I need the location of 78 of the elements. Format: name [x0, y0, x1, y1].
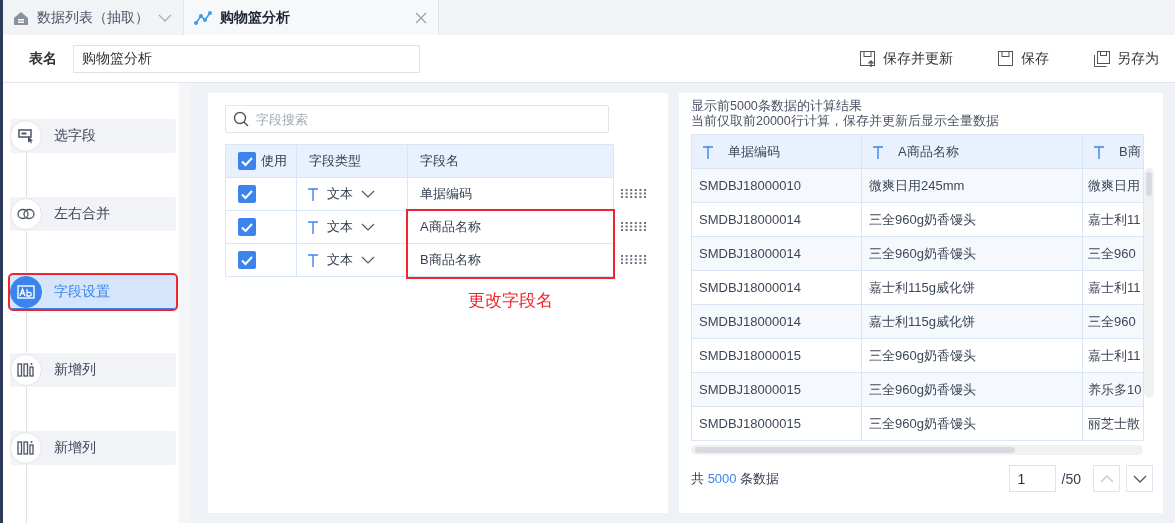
- table-name-label: 表名: [29, 49, 57, 68]
- toolbar-button[interactable]: 保存并更新: [859, 49, 953, 68]
- next-page-button[interactable]: [1126, 465, 1153, 492]
- record-count-text: 共 5000 条数据: [691, 469, 780, 488]
- table-cell: 三全960: [1082, 304, 1144, 339]
- table-cell: 三全960: [1082, 236, 1144, 271]
- home-icon: [13, 9, 29, 26]
- drag-handle-icon[interactable]: [621, 189, 647, 198]
- table-cell: 三全960g奶香馒头: [861, 202, 1083, 237]
- table-cell: 嘉士利115g威化饼: [861, 304, 1083, 339]
- toolbar-button[interactable]: 保存: [997, 49, 1049, 68]
- page-total: /50: [1061, 470, 1081, 487]
- column-header: 使用: [261, 152, 287, 170]
- table-cell: 微爽日用: [1082, 168, 1144, 203]
- cursor-icon: [18, 128, 34, 144]
- checkbox[interactable]: [238, 218, 256, 236]
- table-cell: 三全960g奶香馒头: [861, 372, 1083, 407]
- column-header: 字段类型: [296, 144, 408, 178]
- table-cell: SMDBJ18000014: [691, 304, 862, 339]
- columns-icon: [17, 440, 35, 456]
- table-cell: 养乐多10: [1082, 372, 1144, 407]
- table-cell: SMDBJ18000014: [691, 236, 862, 271]
- annotation-text: 更改字段名: [468, 289, 553, 312]
- column-header: 字段名: [407, 144, 614, 178]
- column-header: A商品名称: [898, 142, 959, 161]
- text-type-icon: [307, 187, 319, 201]
- line-chart-icon: [194, 8, 212, 27]
- table-cell: SMDBJ18000014: [691, 270, 862, 305]
- table-cell: 三全960g奶香馒头: [861, 406, 1083, 441]
- chevron-down-icon: [361, 223, 375, 231]
- table-cell: 嘉士利115g威化饼: [861, 270, 1083, 305]
- text-type-icon: [307, 253, 319, 267]
- page-field[interactable]: 1: [1008, 465, 1056, 492]
- scrollbar[interactable]: [179, 83, 191, 523]
- table-cell: SMDBJ18000015: [691, 372, 862, 407]
- text-type-icon: [307, 220, 319, 234]
- chevron-down-icon: [1132, 473, 1147, 484]
- chevron-down-icon: [361, 256, 375, 264]
- merge-icon: [17, 208, 35, 220]
- chevron-up-icon: [1099, 473, 1114, 484]
- table-cell: 嘉士利11: [1082, 202, 1144, 237]
- columns-icon: [17, 362, 35, 378]
- table-cell: 微爽日用245mm: [861, 168, 1083, 203]
- checkbox[interactable]: [238, 152, 256, 170]
- table-name-field[interactable]: 购物篮分析: [73, 44, 420, 73]
- toolbar-button[interactable]: 另存为: [1093, 49, 1159, 68]
- scrollbar[interactable]: [691, 445, 1143, 455]
- search-field[interactable]: 字段搜索: [225, 105, 609, 133]
- table-cell: SMDBJ18000015: [691, 338, 862, 373]
- table-cell: 三全960g奶香馒头: [861, 236, 1083, 271]
- step-item[interactable]: 左右合并: [10, 197, 176, 231]
- table-cell: SMDBJ18000015: [691, 406, 862, 441]
- tab[interactable]: 购物篮分析: [184, 0, 439, 35]
- notice-text: 显示前5000条数据的计算结果: [691, 99, 863, 114]
- table-cell: 嘉士利11: [1082, 270, 1144, 305]
- drag-handle-icon[interactable]: [621, 222, 647, 231]
- text-type-icon: [1093, 144, 1105, 159]
- scrollbar[interactable]: [1144, 168, 1154, 398]
- table-cell: 丽芝士散: [1082, 406, 1144, 441]
- column-header: B商: [1119, 142, 1141, 161]
- search-icon: [233, 111, 249, 127]
- column-header: 单据编码: [728, 142, 780, 161]
- step-item[interactable]: 新增列: [10, 431, 176, 465]
- text-format-icon: [17, 284, 35, 299]
- text-type-icon: [872, 144, 884, 159]
- table-cell: SMDBJ18000014: [691, 202, 862, 237]
- close-icon: [414, 10, 428, 25]
- step-item[interactable]: 新增列: [10, 353, 176, 387]
- table-cell: SMDBJ18000010: [691, 168, 862, 203]
- table-cell: 嘉士利11: [1082, 338, 1144, 373]
- step-item[interactable]: 选字段: [10, 119, 176, 153]
- chevron-down-icon: [361, 190, 375, 198]
- drag-handle-icon[interactable]: [621, 255, 647, 264]
- text-type-icon: [702, 144, 714, 159]
- checkbox[interactable]: [238, 185, 256, 203]
- table-cell: 三全960g奶香馒头: [861, 338, 1083, 373]
- notice-text: 当前仅取前20000行计算，保存并更新后显示全量数据: [691, 114, 1000, 129]
- checkbox[interactable]: [238, 251, 256, 269]
